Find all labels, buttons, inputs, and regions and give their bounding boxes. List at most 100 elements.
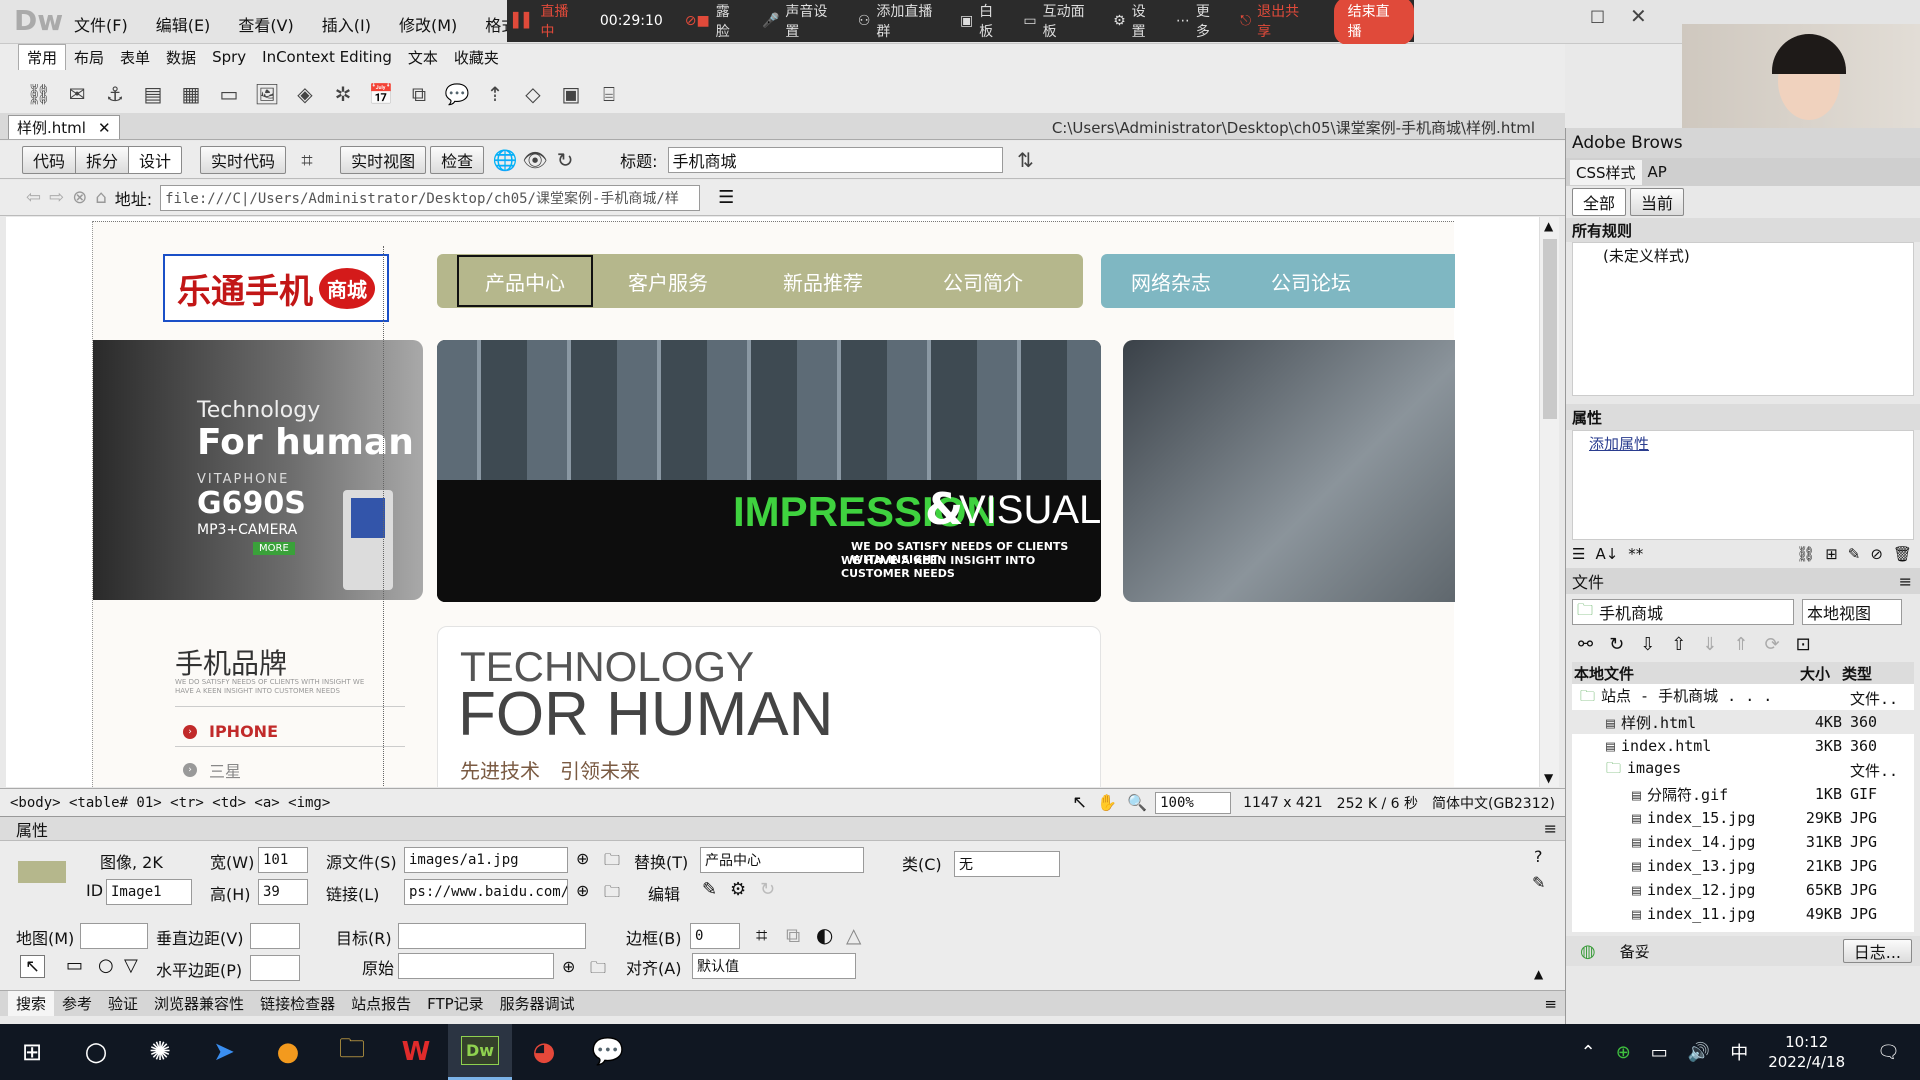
- point-to-link-icon[interactable]: ⊕: [576, 881, 589, 900]
- tag-selector[interactable]: <body> <table# 01> <tr> <td> <a> <img>: [10, 795, 330, 811]
- checkin-icon[interactable]: ⇑: [1733, 634, 1748, 655]
- css-current-button[interactable]: 当前: [1630, 188, 1685, 216]
- settings-icon[interactable]: ⚙: [1113, 13, 1126, 29]
- border-input[interactable]: 0: [690, 923, 740, 949]
- exit-share-icon[interactable]: ⎋: [1240, 13, 1251, 29]
- results-tab-link-checker[interactable]: 链接检查器: [252, 991, 343, 1016]
- browserlab-header[interactable]: Adobe Brows: [1566, 128, 1920, 158]
- back-icon[interactable]: ⇦: [26, 187, 41, 208]
- col-type[interactable]: 类型: [1842, 663, 1872, 684]
- results-tab-ftp-log[interactable]: FTP记录: [419, 991, 492, 1016]
- image-icon[interactable]: 🖼: [252, 79, 282, 109]
- menu-modify[interactable]: 修改(M): [399, 12, 457, 36]
- widget-icon[interactable]: ✲: [328, 79, 358, 109]
- windows-start-icon[interactable]: ⊞: [0, 1024, 64, 1080]
- list-view-icon[interactable]: A↓: [1595, 545, 1618, 563]
- inspect-button[interactable]: 检查: [430, 145, 485, 174]
- rect-hotspot-icon[interactable]: ▭: [66, 955, 83, 976]
- update-icon[interactable]: ↻: [760, 879, 775, 900]
- menu-view[interactable]: 查看(V): [238, 12, 293, 36]
- insert-tab-layout[interactable]: 布局: [66, 45, 112, 70]
- refresh-files-icon[interactable]: ↻: [1609, 634, 1624, 655]
- file-tree-row[interactable]: ▤ index_15.jpg 29KB JPG: [1572, 806, 1914, 830]
- file-tree-row[interactable]: ▤ index_11.jpg 49KB JPG: [1572, 902, 1914, 926]
- live-item-group[interactable]: 添加直播群: [876, 1, 942, 41]
- file-tree-row[interactable]: ▤ index_13.jpg 21KB JPG: [1572, 854, 1914, 878]
- menu-insert[interactable]: 插入(I): [322, 12, 371, 36]
- insert-tab-text[interactable]: 文本: [400, 45, 446, 70]
- dreamweaver-taskbar-icon[interactable]: Dw: [448, 1024, 512, 1080]
- nav-item-forum[interactable]: 公司论坛: [1241, 255, 1381, 307]
- document-tab[interactable]: 样例.html ✕: [8, 115, 120, 139]
- put-files-icon[interactable]: ⇧: [1671, 634, 1686, 655]
- canvas-scrollbar[interactable]: ▲ ▼: [1539, 217, 1559, 787]
- battery-icon[interactable]: ▭: [1651, 1042, 1668, 1063]
- script-icon[interactable]: ◇: [518, 79, 548, 109]
- results-tab-reference[interactable]: 参考: [54, 991, 100, 1016]
- restore-icon[interactable]: □: [1590, 6, 1605, 25]
- chrome-icon[interactable]: ◕: [512, 1024, 576, 1080]
- wechat-icon[interactable]: 💬: [576, 1024, 640, 1080]
- attach-style-icon[interactable]: ⛓: [1796, 545, 1815, 563]
- file-tree-row[interactable]: 🗀 站点 - 手机商城 . . . 文件..: [1572, 686, 1914, 710]
- insert-tab-forms[interactable]: 表单: [112, 45, 158, 70]
- src-input[interactable]: images/a1.jpg: [404, 847, 568, 873]
- live-item-whiteboard[interactable]: 白板: [979, 1, 1005, 41]
- close-tab-icon[interactable]: ✕: [98, 119, 111, 137]
- tray-app-icon[interactable]: ⊕: [1616, 1042, 1631, 1063]
- width-input[interactable]: 101: [258, 847, 308, 873]
- window-size[interactable]: 1147 x 421: [1243, 795, 1323, 811]
- checkout-icon[interactable]: ⇓: [1702, 634, 1717, 655]
- notifications-icon[interactable]: 🗨: [1877, 1042, 1900, 1063]
- expand-icon[interactable]: ⊡: [1796, 634, 1811, 655]
- nav-item-magazine[interactable]: 网络杂志: [1101, 255, 1241, 307]
- files-menu-icon[interactable]: ≡: [1899, 572, 1912, 591]
- log-button[interactable]: 日志...: [1842, 939, 1912, 963]
- file-explorer-icon[interactable]: 🗀: [320, 1024, 384, 1080]
- add-property-link[interactable]: 添加属性: [1589, 435, 1649, 453]
- group-icon[interactable]: ⚇: [858, 13, 871, 29]
- help-icon[interactable]: ?: [1534, 847, 1543, 866]
- zoom-select[interactable]: 100%: [1155, 791, 1232, 814]
- optimize-icon[interactable]: ⚙: [730, 879, 746, 900]
- head-icon[interactable]: ⇡: [480, 79, 510, 109]
- ime-indicator[interactable]: 中: [1730, 1039, 1748, 1065]
- horizontal-rule-icon[interactable]: ▤: [138, 79, 168, 109]
- comment-icon[interactable]: 💬: [442, 79, 472, 109]
- cortana-icon[interactable]: ○: [64, 1024, 128, 1080]
- browser-options-icon[interactable]: ☰: [718, 187, 734, 208]
- panel-menu-icon[interactable]: ≡: [1544, 819, 1557, 838]
- polygon-hotspot-icon[interactable]: ▽: [124, 955, 138, 976]
- id-input[interactable]: Image1: [106, 879, 192, 905]
- file-tree-row[interactable]: ▤ index_14.jpg 31KB JPG: [1572, 830, 1914, 854]
- results-tab-site-reports[interactable]: 站点报告: [343, 991, 419, 1016]
- hyperlink-icon[interactable]: ⛓: [24, 79, 54, 109]
- alt-select[interactable]: 产品中心: [700, 847, 864, 873]
- css-styles-tab[interactable]: CSS样式: [1570, 159, 1642, 185]
- file-tree-row[interactable]: ▤ 分隔符.gif 1KB GIF: [1572, 782, 1914, 806]
- wps-icon[interactable]: W: [384, 1024, 448, 1080]
- spotlight-icon[interactable]: ✺: [128, 1024, 192, 1080]
- mic-icon[interactable]: 🎤: [762, 13, 779, 29]
- stop-icon[interactable]: ⊗: [72, 187, 87, 208]
- file-tree-row[interactable]: ▤ index_12.jpg 65KB JPG: [1572, 878, 1914, 902]
- browse-folder-icon[interactable]: 🗀: [604, 849, 620, 876]
- address-input[interactable]: file:///C|/Users/Administrator/Desktop/c…: [160, 184, 701, 211]
- resample-icon[interactable]: ⧉: [786, 923, 800, 947]
- date-icon[interactable]: 📅: [366, 79, 396, 109]
- file-tree-row[interactable]: ▤ 样例.html 4KB 360: [1572, 710, 1914, 734]
- design-view-button[interactable]: 设计: [129, 145, 183, 174]
- end-live-button[interactable]: 结束直播: [1333, 0, 1415, 45]
- template-icon[interactable]: ▣: [556, 79, 586, 109]
- browse-orig-icon[interactable]: 🗀: [590, 957, 606, 984]
- class-select[interactable]: 无: [954, 851, 1060, 877]
- home-icon[interactable]: ⌂: [95, 187, 106, 208]
- refresh-icon[interactable]: ↻: [550, 145, 580, 175]
- edit-rule-icon[interactable]: ✎: [1848, 545, 1861, 563]
- more-icon[interactable]: ⋯: [1176, 13, 1190, 29]
- pointer-hotspot-icon[interactable]: ↖: [20, 955, 46, 978]
- get-files-icon[interactable]: ⇩: [1640, 634, 1655, 655]
- vspace-input[interactable]: [250, 923, 300, 949]
- insert-tab-data[interactable]: 数据: [158, 45, 204, 70]
- orig-input[interactable]: [398, 953, 554, 979]
